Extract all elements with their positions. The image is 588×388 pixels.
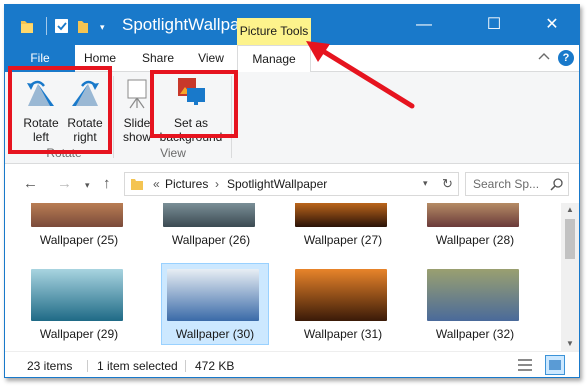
highlight-set-as-background xyxy=(150,70,238,138)
breadcrumb-separator[interactable]: › xyxy=(215,177,219,191)
file-name: Wallpaper (31) xyxy=(303,327,383,341)
file-item[interactable]: Wallpaper (28) xyxy=(421,203,529,261)
scroll-down-icon[interactable]: ▼ xyxy=(566,339,574,348)
group-label-view: View xyxy=(160,146,186,160)
selection-size: 472 KB xyxy=(195,359,235,373)
thumbnail xyxy=(427,203,519,227)
file-name: Wallpaper (25) xyxy=(39,233,119,247)
folder-icon[interactable] xyxy=(20,18,34,34)
up-arrow-icon[interactable]: ↑ xyxy=(103,175,111,192)
thumbnail xyxy=(295,203,387,227)
forward-arrow-icon[interactable]: → xyxy=(57,175,72,192)
thumbnail xyxy=(31,203,123,227)
status-divider xyxy=(87,360,88,372)
vertical-scrollbar[interactable]: ▲ ▼ xyxy=(561,203,579,351)
details-view-icon[interactable] xyxy=(517,357,533,373)
scroll-up-icon[interactable]: ▲ xyxy=(566,205,574,214)
breadcrumb-overflow[interactable]: « xyxy=(153,177,160,191)
selection-status: 1 item selected xyxy=(97,359,178,373)
maximize-button[interactable]: ☐ xyxy=(471,5,517,45)
help-icon[interactable]: ? xyxy=(558,50,574,66)
breadcrumb-spotlightwallpaper[interactable]: SpotlightWallpaper xyxy=(227,177,327,191)
slide-show-icon xyxy=(127,79,147,109)
explorer-window: ▾ SpotlightWallpaper Picture Tools — ☐ ✕… xyxy=(4,4,580,378)
quick-access-divider xyxy=(46,17,47,35)
thumbnail xyxy=(295,269,387,321)
search-input[interactable]: Search Sp... xyxy=(465,172,569,196)
file-name: Wallpaper (28) xyxy=(435,233,515,247)
file-list: Wallpaper (25) Wallpaper (26) Wallpaper … xyxy=(5,203,561,351)
thumbnail xyxy=(163,203,255,227)
file-item[interactable]: Wallpaper (29) xyxy=(25,263,133,345)
file-name: Wallpaper (32) xyxy=(435,327,515,341)
search-icon xyxy=(550,178,563,191)
customize-quick-access-icon[interactable]: ▾ xyxy=(100,22,105,33)
file-item[interactable]: Wallpaper (27) xyxy=(289,203,397,261)
large-icons-glyph xyxy=(549,360,561,370)
title-bar: ▾ SpotlightWallpaper Picture Tools — ☐ ✕ xyxy=(5,5,579,45)
file-name: Wallpaper (29) xyxy=(39,327,119,341)
close-button[interactable]: ✕ xyxy=(529,5,575,45)
breadcrumb-pictures[interactable]: Pictures xyxy=(165,177,208,191)
status-bar: 23 items 1 item selected 472 KB xyxy=(5,351,579,377)
file-item-selected[interactable]: Wallpaper (30) xyxy=(161,263,269,345)
recent-locations-icon[interactable]: ▾ xyxy=(85,180,90,191)
file-item[interactable]: Wallpaper (25) xyxy=(25,203,133,261)
folder-icon xyxy=(131,179,143,190)
refresh-icon[interactable]: ↻ xyxy=(442,176,453,192)
address-dropdown-icon[interactable]: ▾ xyxy=(423,178,428,189)
status-divider xyxy=(185,360,186,372)
file-item[interactable]: Wallpaper (26) xyxy=(157,203,265,261)
navigation-bar: ← → ▾ ↑ « Pictures › SpotlightWallpaper … xyxy=(5,165,579,203)
file-item[interactable]: Wallpaper (32) xyxy=(421,263,529,345)
properties-icon[interactable] xyxy=(55,19,68,33)
thumbnail xyxy=(31,269,123,321)
scrollbar-thumb[interactable] xyxy=(565,219,575,259)
back-arrow-icon[interactable]: ← xyxy=(23,175,38,192)
address-bar[interactable]: « Pictures › SpotlightWallpaper ▾ ↻ xyxy=(124,172,459,196)
collapse-ribbon-icon[interactable] xyxy=(536,49,552,65)
file-name: Wallpaper (26) xyxy=(171,233,251,247)
large-icons-view-icon[interactable] xyxy=(545,355,565,375)
file-item[interactable]: Wallpaper (31) xyxy=(289,263,397,345)
search-placeholder: Search Sp... xyxy=(473,177,540,191)
tab-view[interactable]: View xyxy=(191,45,231,72)
item-count: 23 items xyxy=(27,359,73,373)
thumbnail xyxy=(167,269,259,321)
tab-share[interactable]: Share xyxy=(133,45,183,72)
file-name: Wallpaper (27) xyxy=(303,233,383,247)
thumbnail xyxy=(427,269,519,321)
new-folder-icon[interactable] xyxy=(77,18,89,34)
file-name: Wallpaper (30) xyxy=(175,327,255,341)
highlight-rotate-group xyxy=(8,66,112,154)
annotation-arrow xyxy=(306,41,415,109)
